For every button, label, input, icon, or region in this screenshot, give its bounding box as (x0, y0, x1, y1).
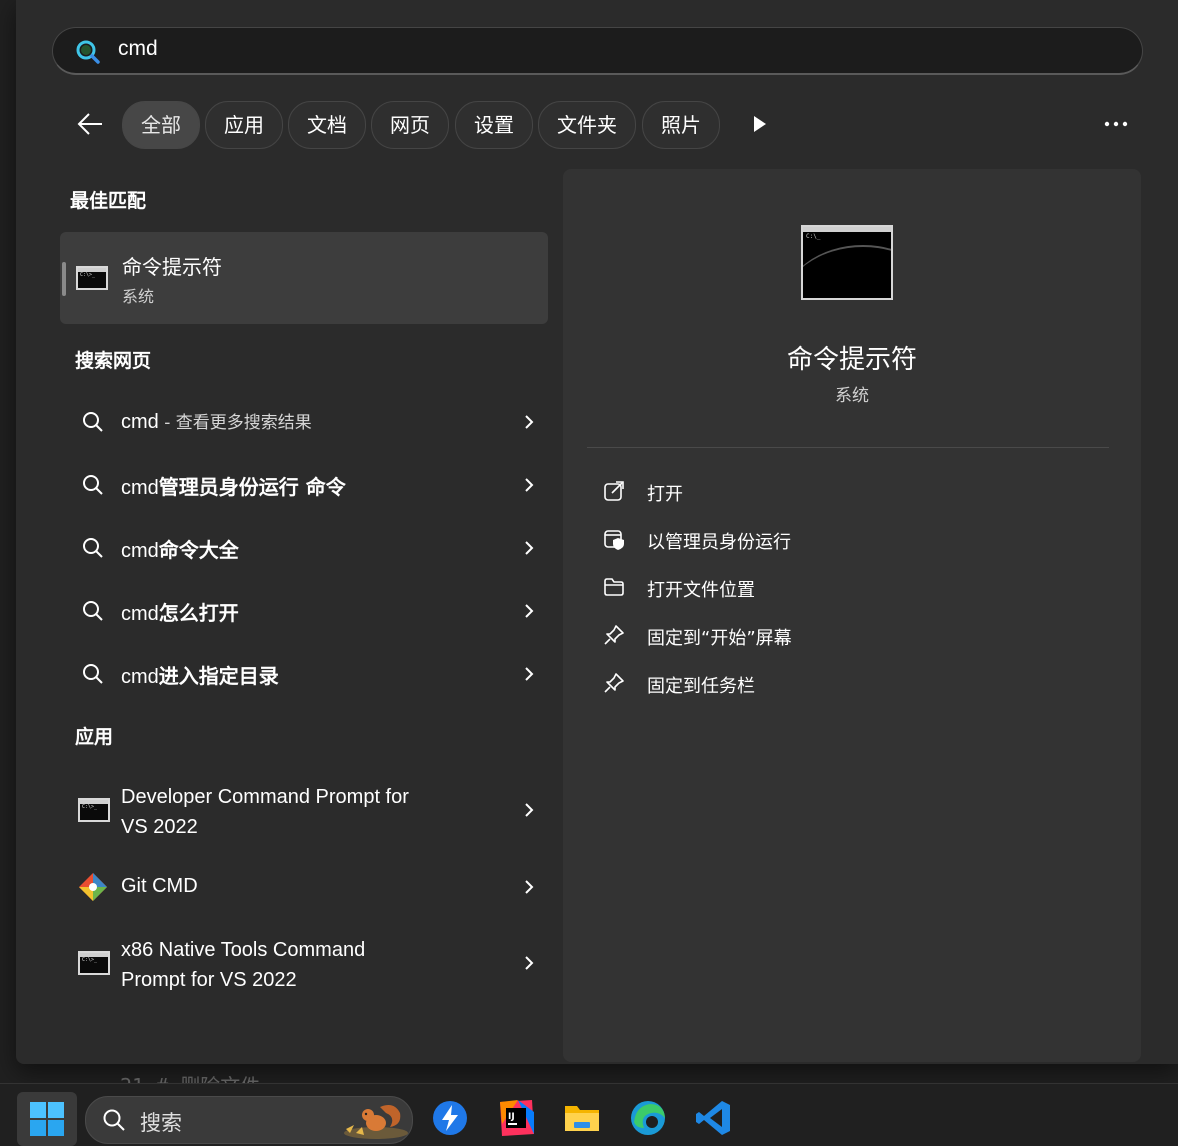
web-result-query: cmd (121, 603, 159, 625)
action-pin-to-start[interactable]: 固定到“开始”屏幕 (587, 615, 1107, 655)
git-icon (79, 873, 107, 901)
best-match-subtitle: 系统 (122, 287, 155, 306)
chevron-right-icon (525, 415, 534, 429)
app-name-line1: Developer Command Prompt for (121, 786, 409, 808)
search-icon (83, 664, 103, 684)
web-result-suggestion: 命令大全 (158, 538, 239, 562)
filter-tab-apps[interactable]: 应用 (205, 101, 283, 149)
filter-tab-web[interactable]: 网页 (371, 101, 449, 149)
web-result-suggestion: 管理员身份运行 命令 (158, 475, 346, 499)
best-match-result[interactable]: C:\>_ 命令提示符 系统 (60, 232, 548, 324)
taskbar: 搜索 IJ (0, 1083, 1178, 1146)
app-result-x86-native-tools[interactable]: C:\>_ x86 Native Tools Command Prompt fo… (60, 933, 548, 995)
action-label: 以管理员身份运行 (647, 532, 791, 553)
search-icon (76, 40, 100, 64)
app-name: Git CMD (121, 875, 198, 897)
pin-icon (604, 673, 624, 693)
search-panel: cmd 全部 应用 文档 网页 设置 文件夹 照片 最佳匹配 C:\>_ 命令提… (16, 0, 1178, 1064)
taskbar-search[interactable]: 搜索 (85, 1096, 413, 1144)
web-result-query: cmd (121, 666, 159, 688)
chevron-right-icon (525, 667, 534, 681)
chevron-right-icon (525, 803, 534, 817)
scroll-right-icon[interactable] (751, 114, 769, 134)
web-result-row[interactable]: cmd进入指定目录 (60, 646, 548, 702)
thunder-app-icon[interactable] (430, 1098, 470, 1138)
action-label: 打开 (647, 484, 683, 505)
taskbar-search-label: 搜索 (140, 1111, 182, 1135)
web-result-suggestion: 进入指定目录 (158, 664, 279, 688)
chevron-right-icon (525, 956, 534, 970)
web-result-suggestion: 怎么打开 (158, 601, 239, 625)
app-result-developer-command-prompt[interactable]: C:\>_ Developer Command Prompt for VS 20… (60, 780, 548, 842)
console-icon: C:\_ (801, 225, 893, 300)
filter-tab-settings[interactable]: 设置 (455, 101, 533, 149)
selection-indicator (62, 262, 66, 296)
action-run-as-admin[interactable]: 以管理员身份运行 (587, 519, 1107, 559)
apps-heading: 应用 (75, 726, 114, 748)
open-external-icon (604, 481, 624, 501)
action-pin-to-taskbar[interactable]: 固定到任务栏 (587, 663, 1107, 703)
console-icon: C:\>_ (78, 798, 110, 822)
detail-pane: C:\_ 命令提示符 系统 打开 以管理员身份运行 打开文件位置 固定到“开始”… (563, 169, 1141, 1062)
file-explorer-icon[interactable] (562, 1098, 602, 1138)
back-arrow-icon[interactable] (72, 106, 108, 142)
windows-logo-icon (30, 1102, 64, 1136)
more-options-icon[interactable] (1101, 112, 1131, 136)
web-result-row[interactable]: cmd管理员身份运行 命令 (60, 457, 548, 513)
web-result-query: cmd (121, 540, 159, 562)
app-result-git-cmd[interactable]: Git CMD (60, 868, 548, 908)
console-icon: C:\>_ (78, 951, 110, 975)
app-name-line2: VS 2022 (121, 816, 198, 838)
web-result-query: cmd (121, 411, 159, 433)
squirrel-illustration-icon (344, 1105, 408, 1139)
search-icon (83, 475, 103, 495)
filter-tab-documents[interactable]: 文档 (288, 101, 366, 149)
filter-tab-photos[interactable]: 照片 (642, 101, 720, 149)
filter-tab-folders[interactable]: 文件夹 (538, 101, 636, 149)
chevron-right-icon (525, 880, 534, 894)
web-search-heading: 搜索网页 (75, 350, 152, 372)
action-open-file-location[interactable]: 打开文件位置 (587, 567, 1107, 607)
console-icon: C:\>_ (76, 266, 108, 290)
search-box[interactable]: cmd (52, 27, 1143, 75)
web-result-suggestion: - 查看更多搜索结果 (158, 413, 312, 433)
start-button[interactable] (17, 1092, 77, 1146)
action-label: 固定到“开始”屏幕 (647, 628, 792, 649)
search-icon (83, 601, 103, 621)
app-name-line1: x86 Native Tools Command (121, 939, 366, 961)
action-label: 打开文件位置 (647, 580, 755, 601)
web-result-row[interactable]: cmd - 查看更多搜索结果 (60, 394, 548, 450)
best-match-heading: 最佳匹配 (70, 190, 147, 212)
web-result-query: cmd (121, 477, 159, 499)
web-result-row[interactable]: cmd怎么打开 (60, 583, 548, 639)
search-icon (83, 538, 103, 558)
search-icon (103, 1109, 125, 1131)
admin-shield-icon (604, 530, 624, 550)
detail-subtitle: 系统 (835, 386, 869, 406)
filter-tab-all[interactable]: 全部 (122, 101, 200, 149)
intellij-idea-icon[interactable]: IJ (496, 1098, 536, 1138)
action-open[interactable]: 打开 (587, 471, 1107, 511)
folder-icon (604, 578, 624, 596)
divider (587, 447, 1109, 448)
edge-browser-icon[interactable] (628, 1098, 668, 1138)
web-result-row[interactable]: cmd命令大全 (60, 520, 548, 576)
pin-icon (604, 625, 624, 645)
action-label: 固定到任务栏 (647, 676, 755, 697)
detail-title: 命令提示符 (786, 345, 917, 375)
best-match-title: 命令提示符 (122, 255, 222, 279)
chevron-right-icon (525, 478, 534, 492)
search-icon (83, 412, 103, 432)
search-input[interactable]: cmd (118, 37, 158, 61)
chevron-right-icon (525, 604, 534, 618)
vscode-icon[interactable] (694, 1098, 734, 1138)
app-name-line2: Prompt for VS 2022 (121, 969, 297, 991)
chevron-right-icon (525, 541, 534, 555)
svg-text:IJ: IJ (508, 1112, 515, 1122)
